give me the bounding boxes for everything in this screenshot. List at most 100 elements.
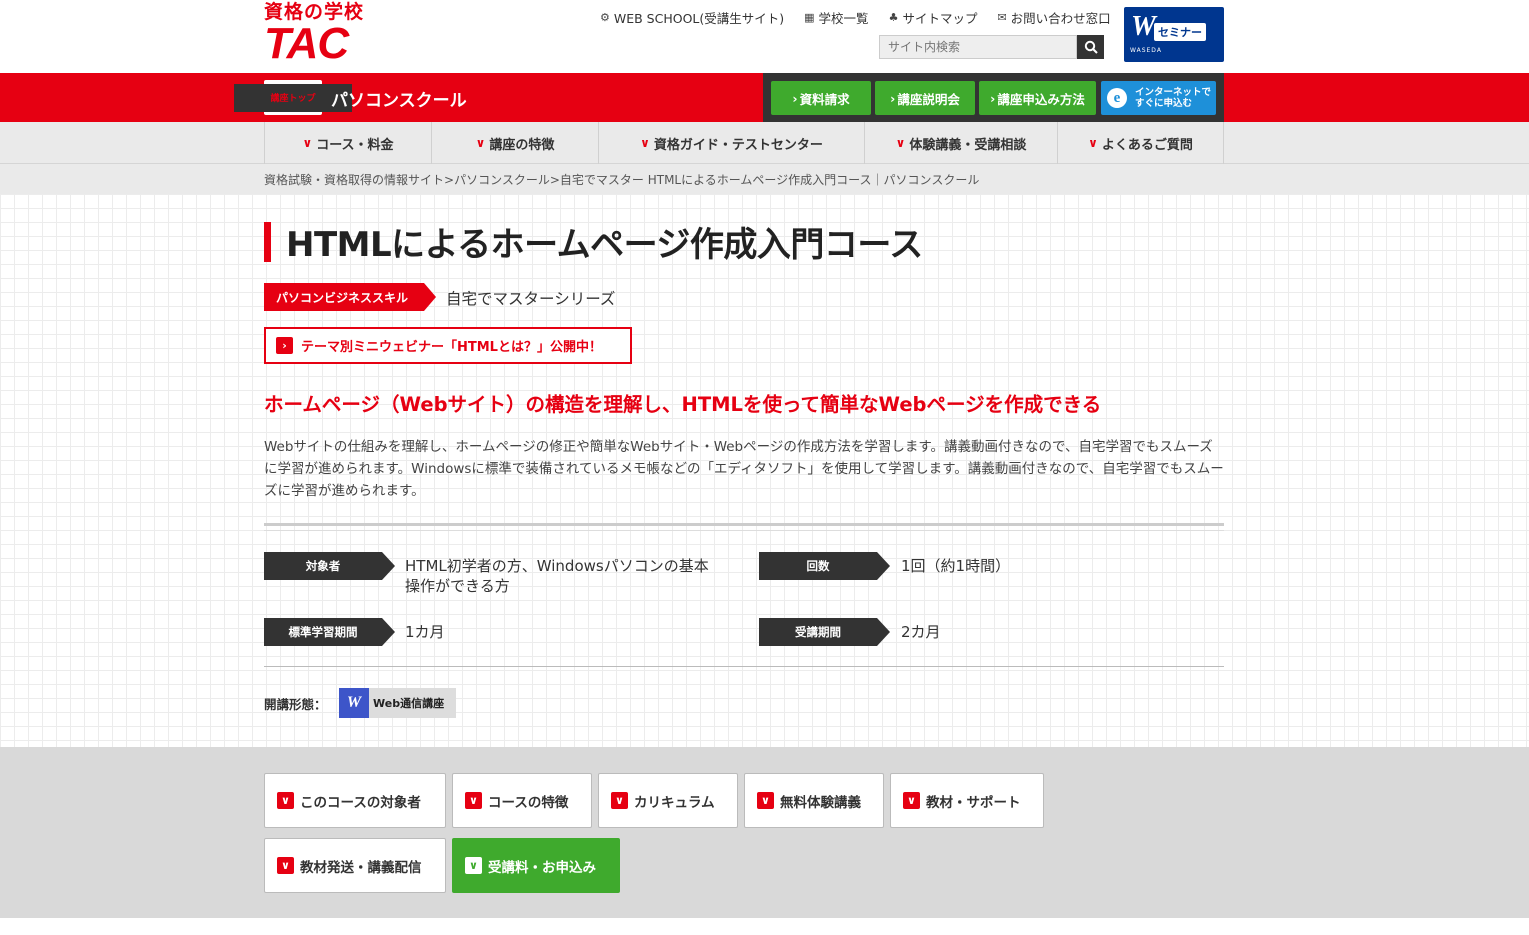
section-delivery[interactable]: ∨ 教材発送・講義配信 <box>264 838 446 893</box>
section-features[interactable]: ∨ コースの特徴 <box>452 773 592 828</box>
section-label: カリキュラム <box>634 794 715 811</box>
nav-label: 体験講義・受講相談 <box>909 137 1027 153</box>
chevron-down-icon: ∨ <box>465 792 482 809</box>
nav-trial-lecture[interactable]: ∨ 体験講義・受講相談 <box>864 122 1057 164</box>
chevron-right-icon: › <box>276 337 293 354</box>
school-list-icon: ▦ <box>804 10 815 24</box>
chevron-down-icon: ∨ <box>903 792 920 809</box>
section-curriculum[interactable]: ∨ カリキュラム <box>598 773 738 828</box>
school-name: パソコンスクール <box>331 91 467 111</box>
chevron-down-icon: ∨ <box>277 857 294 874</box>
nav-faq[interactable]: ∨ よくあるご質問 <box>1057 122 1224 164</box>
nav-label: 講座の特徴 <box>489 137 555 153</box>
course-top-button[interactable]: ▲ 講座トップ <box>234 80 352 115</box>
search-button[interactable] <box>1077 35 1104 59</box>
web-course-badge: W Web通信講座 <box>339 688 456 718</box>
breadcrumb-sep: > <box>549 173 560 187</box>
util-link-contact[interactable]: ✉ お問い合わせ窓口 <box>997 8 1110 26</box>
gear-icon: ⚙ <box>600 10 610 24</box>
util-link-label: お問い合わせ窓口 <box>1010 10 1111 26</box>
chevron-down-icon: ∨ <box>465 857 482 874</box>
waseda-seminar-label: セミナー <box>1154 23 1206 41</box>
info-value-target: HTML初学者の方、Windowsパソコンの基本 操作ができる方 <box>405 556 709 596</box>
series-name: 自宅でマスターシリーズ <box>446 290 616 308</box>
nav-course-fees[interactable]: ∨ コース・料金 <box>264 122 431 164</box>
application-method-button[interactable]: › 講座申込み方法 <box>979 81 1096 115</box>
breadcrumb-link-pc-school[interactable]: パソコンスクール <box>454 173 550 187</box>
mail-icon: ✉ <box>997 10 1007 24</box>
info-value-line2: 操作ができる方 <box>405 577 510 595</box>
logo-wordmark: TAC <box>264 19 349 68</box>
nav-qualification-guide[interactable]: ∨ 資格ガイド・テストセンター <box>598 122 864 164</box>
webinar-link[interactable]: › テーマ別ミニウェビナー「HTMLとは？」公開中！ <box>264 327 632 364</box>
breadcrumb-link-home[interactable]: 資格試験・資格取得の情報サイト <box>264 173 444 187</box>
section-label: 教材発送・講義配信 <box>300 859 422 876</box>
info-value-line1: HTML初学者の方、Windowsパソコンの基本 <box>405 557 709 575</box>
breadcrumb: 資格試験・資格取得の情報サイト>パソコンスクール>自宅でマスター HTMLによる… <box>264 171 979 188</box>
chevron-down-icon: ∨ <box>640 136 650 150</box>
util-link-school-list[interactable]: ▦ 学校一覧 <box>804 8 868 26</box>
search-icon <box>1084 40 1098 54</box>
category-tag-arrow <box>424 283 436 311</box>
apply-online-label: インターネットで すぐに申込む <box>1135 87 1211 109</box>
chevron-down-icon: ∨ <box>611 792 628 809</box>
section-target-audience[interactable]: ∨ このコースの対象者 <box>264 773 446 828</box>
lead-heading: ホームページ（Webサイト）の構造を理解し、HTMLを使って簡単なWebページを… <box>264 393 1102 416</box>
util-link-label: WEB SCHOOL(受講生サイト) <box>613 10 785 26</box>
web-course-icon: W <box>339 688 369 718</box>
site-header: 資格の学校 TAC ⚙ WEB SCHOOL(受講生サイト) ▦ 学校一覧 ♣ … <box>0 0 1529 73</box>
chevron-down-icon: ∨ <box>1088 136 1098 150</box>
info-session-button[interactable]: › 講座説明会 <box>875 81 975 115</box>
chevron-down-icon: ∨ <box>757 792 774 809</box>
breadcrumb-current: 自宅でマスター HTMLによるホームページ作成入門コース｜パソコンスクール <box>559 173 980 187</box>
cta-label: 講座説明会 <box>897 91 960 107</box>
cta-label: 資料請求 <box>799 91 850 107</box>
util-link-label: サイトマップ <box>902 10 978 26</box>
section-fees-apply[interactable]: ∨ 受講料・お申込み <box>452 838 620 893</box>
cta-label: 講座申込み方法 <box>997 91 1085 107</box>
util-link-label: 学校一覧 <box>818 10 869 26</box>
info-label-arrow <box>877 552 890 580</box>
chevron-down-icon: ∨ <box>302 136 313 150</box>
info-value-enrollment-period: 2カ月 <box>901 623 941 641</box>
page-title: HTMLによるホームページ作成入門コース <box>286 225 923 265</box>
course-description: Webサイトの仕組みを理解し、ホームページの修正や簡単なWebサイト・Webペー… <box>264 439 1224 499</box>
info-label-arrow <box>382 552 395 580</box>
chevron-down-icon: ∨ <box>895 136 906 150</box>
sitemap-icon: ♣ <box>888 10 899 24</box>
section-label: 無料体験講義 <box>780 794 861 811</box>
course-format-label: 開講形態： <box>264 697 327 712</box>
divider <box>264 666 1224 667</box>
utility-links: ⚙ WEB SCHOOL(受講生サイト) ▦ 学校一覧 ♣ サイトマップ ✉ お… <box>600 8 1111 26</box>
nav-label: よくあるご質問 <box>1101 137 1193 153</box>
section-free-trial[interactable]: ∨ 無料体験講義 <box>744 773 884 828</box>
apply-online-line1: インターネットで <box>1135 87 1212 98</box>
title-accent-bar <box>264 222 271 262</box>
site-search <box>879 35 1104 59</box>
info-label-arrow <box>382 618 395 646</box>
info-value-sessions: 1回（約1時間） <box>901 557 1011 575</box>
chevron-down-icon: ∨ <box>475 136 486 150</box>
waseda-seminar-banner[interactable]: W セミナー WASEDA <box>1124 7 1224 62</box>
divider <box>264 523 1224 526</box>
request-materials-button[interactable]: › 資料請求 <box>771 81 871 115</box>
nav-features[interactable]: ∨ 講座の特徴 <box>431 122 598 164</box>
util-link-web-school[interactable]: ⚙ WEB SCHOOL(受講生サイト) <box>600 8 784 26</box>
search-input[interactable] <box>879 35 1077 59</box>
tac-logo[interactable]: 資格の学校 TAC <box>264 2 379 68</box>
divider <box>264 530 1224 531</box>
section-materials-support[interactable]: ∨ 教材・サポート <box>890 773 1044 828</box>
info-label-arrow <box>877 618 890 646</box>
util-link-sitemap[interactable]: ♣ サイトマップ <box>889 8 978 26</box>
info-label-sessions: 回数 <box>759 552 877 580</box>
waseda-sub-label: WASEDA <box>1130 47 1162 54</box>
apply-online-button[interactable]: e インターネットで すぐに申込む <box>1101 81 1216 115</box>
breadcrumb-sep: > <box>444 173 455 187</box>
section-label: コースの特徴 <box>488 794 569 811</box>
nav-label: 資格ガイド・テストセンター <box>653 137 823 153</box>
cta-group: › 資料請求 › 講座説明会 › 講座申込み方法 e インターネットで すぐに申… <box>763 73 1224 122</box>
info-value-study-period: 1カ月 <box>405 623 445 641</box>
category-tag: パソコンビジネススキル <box>264 283 424 311</box>
web-course-label: Web通信講座 <box>373 697 445 710</box>
section-label: このコースの対象者 <box>300 794 421 811</box>
